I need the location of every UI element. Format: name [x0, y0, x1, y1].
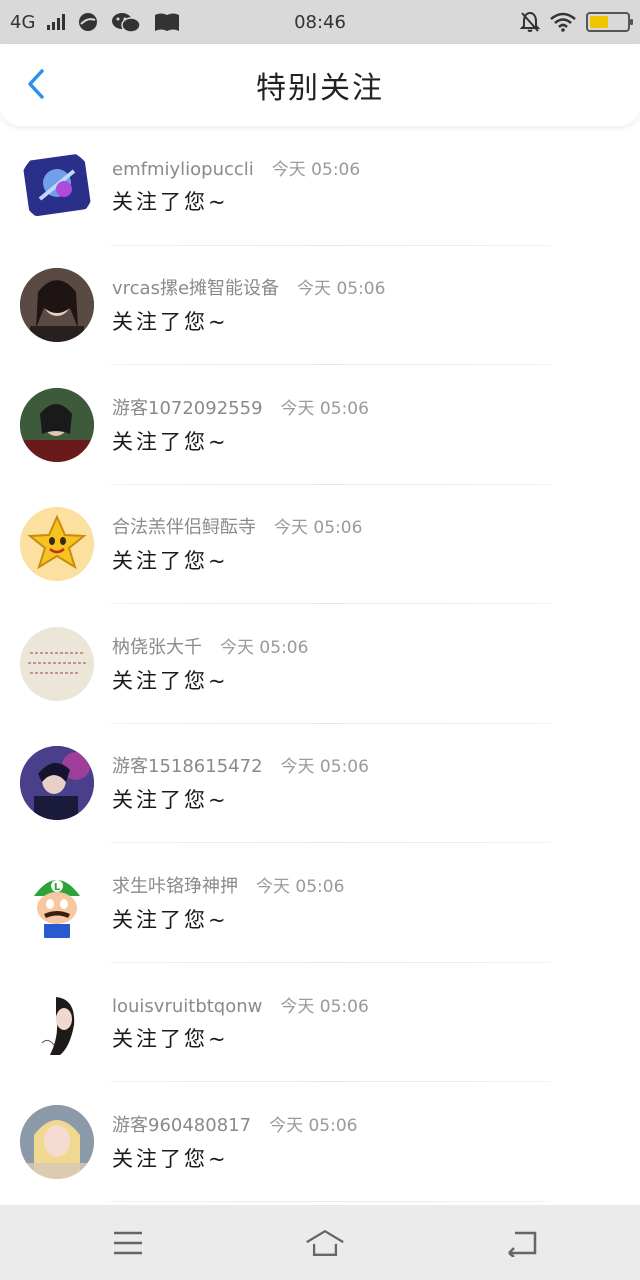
notification-message: 关注了您~ [112, 190, 229, 215]
menu-icon [114, 1231, 142, 1254]
svg-text:L: L [54, 882, 61, 893]
book-icon [153, 11, 181, 33]
username[interactable]: emfmiyliopuccli [112, 159, 254, 180]
notification-message: 关注了您~ [112, 907, 229, 932]
timestamp: 今天 05:06 [269, 1115, 358, 1136]
chevron-left-icon [28, 69, 44, 99]
avatar[interactable] [20, 985, 94, 1060]
avatar[interactable] [20, 268, 94, 343]
username[interactable]: 游客960480817 [112, 1111, 251, 1137]
notification-message: 关注了您~ [112, 549, 229, 574]
wechat-icon [111, 11, 142, 33]
timestamp: 今天 05:06 [297, 279, 386, 300]
timestamp: 今天 05:06 [271, 160, 361, 181]
network-label: 4G [10, 11, 36, 33]
list-item[interactable]: L 求生咔铬琤神押 今天 05:06 关注了您~ [0, 843, 640, 963]
timestamp: 今天 05:06 [280, 757, 369, 778]
notification-message: 关注了您~ [112, 1026, 229, 1051]
list-item[interactable]: louisvruitbtqonw 今天 05:06 关注了您~ [0, 963, 640, 1083]
username[interactable]: 枘侥张大千 [112, 633, 202, 659]
home-icon [306, 1229, 344, 1256]
list-item[interactable]: emfmiyliopuccli 今天 05:06 关注了您~ [0, 126, 640, 246]
avatar[interactable] [20, 149, 94, 223]
battery-fill [590, 16, 608, 28]
home-button[interactable] [305, 1223, 345, 1263]
list-item[interactable]: 游客960480817 今天 05:06 关注了您~ [0, 1082, 640, 1202]
list-item[interactable]: vrcas摞e摊智能设备 今天 05:06 关注了您~ [0, 246, 640, 366]
mute-bell-icon [520, 11, 540, 33]
avatar[interactable] [20, 626, 94, 701]
title-bar: 特别关注 [0, 44, 640, 126]
timestamp: 今天 05:06 [256, 876, 345, 897]
username[interactable]: 求生咔铬琤神押 [112, 872, 238, 898]
signal-icon [47, 14, 66, 30]
status-bar: 4G 08:46 [0, 0, 640, 44]
wifi-icon [550, 12, 576, 32]
back-nav-button[interactable] [502, 1223, 542, 1263]
timestamp: 今天 05:06 [220, 637, 309, 658]
notification-message: 关注了您~ [112, 668, 229, 693]
back-button[interactable] [14, 62, 58, 106]
username[interactable]: 合法羔伴侣鲟酝寺 [112, 513, 256, 539]
username[interactable]: vrcas摞e摊智能设备 [112, 274, 279, 300]
list-item[interactable]: 枘侥张大千 今天 05:06 关注了您~ [0, 604, 640, 724]
notification-message: 关注了您~ [112, 1146, 229, 1171]
page-title: 特别关注 [256, 71, 384, 106]
username[interactable]: 游客1518615472 [112, 752, 263, 778]
avatar[interactable] [20, 507, 94, 582]
list-item[interactable]: 合法羔伴侣鲟酝寺 今天 05:06 关注了您~ [0, 485, 640, 605]
username[interactable]: louisvruitbtqonw [112, 996, 262, 1017]
avatar[interactable] [20, 387, 94, 462]
avatar[interactable]: L [20, 866, 94, 940]
menu-button[interactable] [108, 1223, 148, 1263]
browser-icon [77, 11, 99, 33]
back-icon [508, 1231, 537, 1257]
follow-notification-list: emfmiyliopuccli 今天 05:06 关注了您~ vrcas摞e摊智… [0, 126, 640, 1202]
list-item[interactable]: 游客1072092559 今天 05:06 关注了您~ [0, 365, 640, 485]
notification-message: 关注了您~ [112, 429, 229, 454]
avatar[interactable] [20, 746, 94, 821]
avatar[interactable] [20, 1104, 94, 1179]
battery-icon [586, 12, 633, 32]
timestamp: 今天 05:06 [280, 996, 369, 1017]
timestamp: 今天 05:06 [274, 518, 363, 539]
navigation-bar [0, 1205, 640, 1280]
username[interactable]: 游客1072092559 [112, 394, 263, 420]
notification-message: 关注了您~ [112, 788, 229, 813]
timestamp: 今天 05:06 [280, 398, 369, 419]
notification-message: 关注了您~ [112, 310, 229, 335]
list-item[interactable]: 游客1518615472 今天 05:06 关注了您~ [0, 724, 640, 844]
